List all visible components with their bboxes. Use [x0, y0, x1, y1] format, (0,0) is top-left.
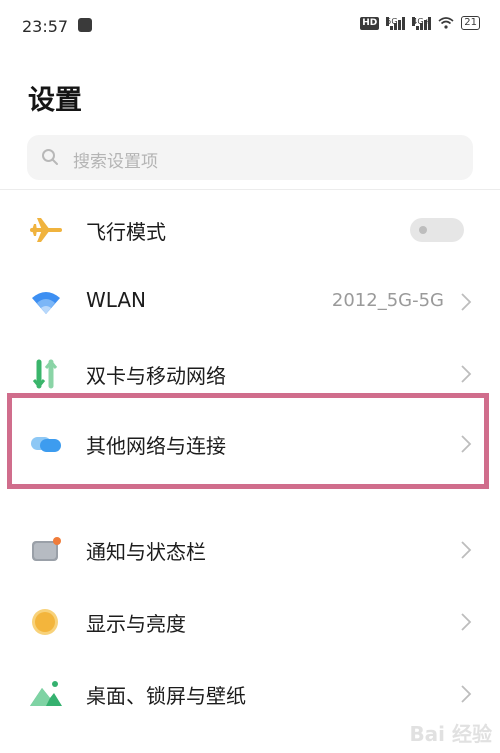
watermark: Bai 经验 [409, 722, 492, 746]
wallpaper-icon [30, 681, 62, 706]
divider [0, 189, 500, 190]
chevron-right-icon [461, 685, 472, 703]
settings-item-label: 双卡与移动网络 [86, 364, 226, 388]
chevron-right-icon [461, 293, 472, 311]
settings-item-wlan[interactable]: WLAN 2012_5G-5G [0, 272, 500, 332]
settings-item-airplane-mode[interactable]: 飞行模式 [0, 200, 500, 260]
wifi-status-icon [438, 17, 454, 29]
highlight-box [7, 393, 489, 489]
settings-item-label: 显示与亮度 [86, 612, 186, 636]
airplane-icon [30, 218, 62, 242]
search-placeholder: 搜索设置项 [73, 152, 158, 172]
settings-item-label: 飞行模式 [86, 220, 166, 244]
settings-item-wallpaper[interactable]: 桌面、锁屏与壁纸 [0, 664, 500, 724]
network-label-1: 5G [386, 17, 398, 26]
search-icon [42, 149, 58, 165]
settings-item-label: 通知与状态栏 [86, 540, 206, 564]
search-input[interactable]: 搜索设置项 [27, 135, 473, 180]
airplane-mode-toggle[interactable] [410, 218, 464, 242]
notification-icon [32, 537, 61, 561]
wlan-network-name: 2012_5G-5G [331, 290, 444, 311]
chevron-right-icon [461, 541, 472, 559]
toggle-knob [419, 226, 427, 234]
signal-5g-icon: 5G [386, 16, 406, 30]
network-label-2: 4G+ [412, 17, 431, 26]
status-bar: 23:57 HD 5G 4G+ 21 [0, 0, 500, 52]
settings-item-label: WLAN [86, 288, 147, 312]
chevron-right-icon [461, 365, 472, 383]
chevron-right-icon [461, 613, 472, 631]
settings-item-display-brightness[interactable]: 显示与亮度 [0, 592, 500, 652]
signal-4g-icon: 4G+ [412, 16, 432, 30]
settings-item-notifications[interactable]: 通知与状态栏 [0, 520, 500, 580]
notification-badge-icon [78, 18, 92, 32]
page-title: 设置 [28, 85, 82, 116]
dual-sim-icon [32, 359, 58, 389]
brightness-icon [32, 609, 58, 635]
status-time: 23:57 [22, 17, 69, 36]
hd-badge: HD [360, 16, 380, 30]
wifi-icon [32, 292, 60, 314]
settings-item-label: 桌面、锁屏与壁纸 [86, 684, 246, 708]
battery-icon: 21 [461, 16, 480, 30]
status-indicators: HD 5G 4G+ 21 [360, 16, 480, 30]
